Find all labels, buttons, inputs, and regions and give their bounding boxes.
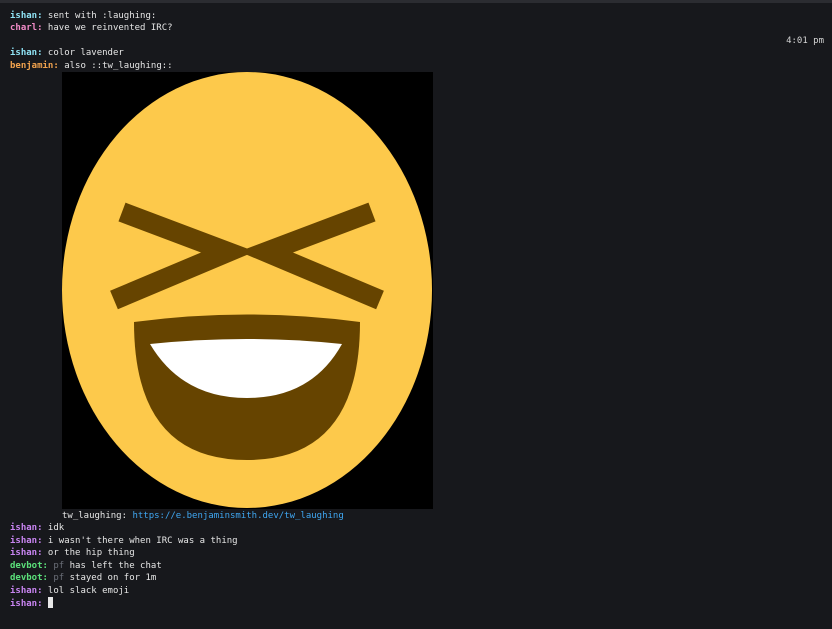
emoji-name: tw_laughing: (62, 511, 128, 521)
grinning-squinting-face-icon (62, 72, 432, 508)
chat-message: charl: have we reinvented IRC? (10, 22, 173, 34)
message-text: has left the chat (64, 561, 162, 571)
message-text: sent with :laughing: (42, 11, 157, 21)
chat-message: benjamin: also ::tw_laughing:: (10, 60, 173, 72)
message-nick: ishan (10, 523, 38, 533)
system-message: devbot: pf has left the chat (10, 560, 162, 572)
chat-message: ishan: color lavender (10, 47, 124, 59)
message-nick: ishan (10, 536, 38, 546)
message-nick: ishan (10, 548, 38, 558)
chat-message: ishan: or the hip thing (10, 547, 135, 559)
message-text: stayed on for 1m (64, 573, 157, 583)
message-nick: benjamin (10, 61, 54, 71)
message-nick: ishan (10, 11, 38, 21)
subject-nick: pf (53, 573, 65, 583)
subject-nick: pf (53, 561, 65, 571)
message-input[interactable]: ishan: (10, 597, 53, 609)
chat-message: ishan: i wasn't there when IRC was a thi… (10, 535, 238, 547)
message-nick: devbot (10, 573, 43, 583)
chat-message: ishan: idk (10, 522, 64, 534)
chat-window: ishan: sent with :laughing: charl: have … (0, 0, 832, 629)
message-text: idk (42, 523, 65, 533)
emoji-caption: tw_laughing: https://e.benjaminsmith.dev… (62, 510, 344, 522)
message-nick: devbot (10, 561, 43, 571)
message-nick: ishan (10, 48, 38, 58)
message-text: i wasn't there when IRC was a thing (42, 536, 238, 546)
message-text: also ::tw_laughing:: (58, 61, 173, 71)
message-timestamp: 4:01 pm (786, 36, 824, 46)
message-text: color lavender (42, 48, 124, 58)
message-nick: ishan (10, 586, 38, 596)
message-text: lol slack emoji (42, 586, 130, 596)
input-nick: ishan (10, 599, 38, 609)
chat-message: ishan: sent with :laughing: (10, 10, 156, 22)
chat-message: ishan: lol slack emoji (10, 585, 129, 597)
emoji-link[interactable]: https://e.benjaminsmith.dev/tw_laughing (132, 511, 343, 521)
emoji-image (62, 72, 433, 509)
text-cursor (47, 597, 53, 608)
message-text: or the hip thing (42, 548, 135, 558)
system-message: devbot: pf stayed on for 1m (10, 572, 156, 584)
message-nick: charl (10, 23, 38, 33)
window-top-border (0, 0, 832, 3)
message-text: have we reinvented IRC? (42, 23, 173, 33)
